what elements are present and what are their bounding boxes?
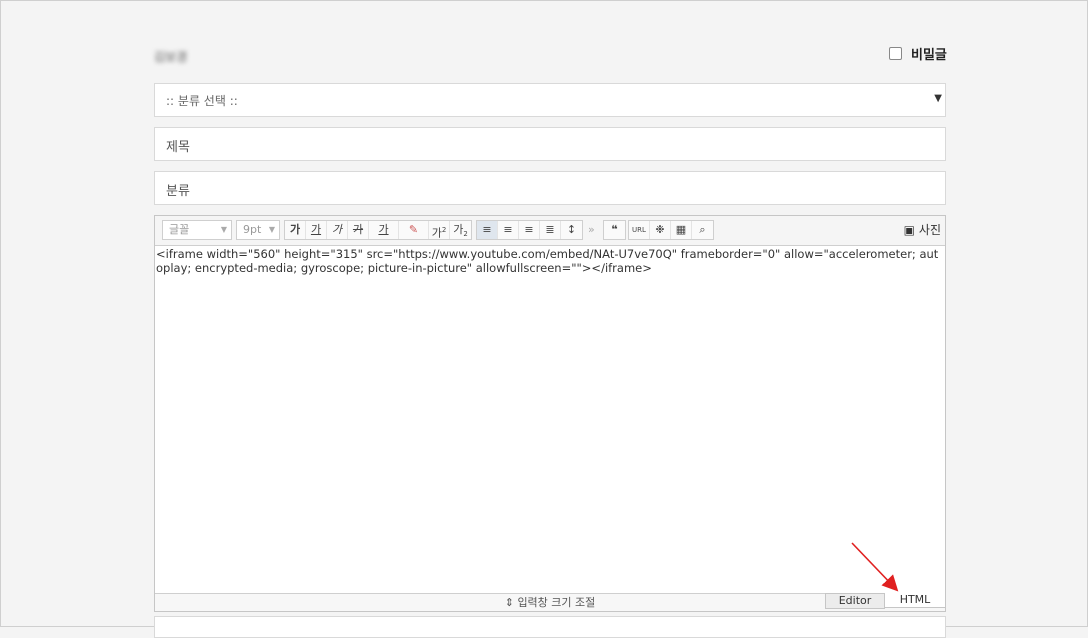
- secret-checkbox[interactable]: [889, 47, 902, 60]
- tag-input[interactable]: 분류: [154, 171, 946, 205]
- tag-placeholder: 분류: [166, 184, 190, 199]
- html-mode-tab[interactable]: HTML: [884, 593, 946, 608]
- html-source-text: <iframe width="560" height="315" src="ht…: [156, 247, 939, 275]
- category-select[interactable]: :: 분류 선택 :: ▼: [154, 83, 946, 117]
- bold-button[interactable]: 가: [285, 221, 306, 239]
- quote-button[interactable]: ❝: [604, 221, 625, 239]
- align-justify-icon[interactable]: ≣: [540, 221, 561, 239]
- html-source-area[interactable]: <iframe width="560" height="315" src="ht…: [156, 247, 942, 275]
- subscript-label: 가: [453, 223, 464, 236]
- editor-mode-tab[interactable]: Editor: [825, 593, 885, 609]
- font-family-select[interactable]: 글꼴 ▼: [162, 220, 232, 240]
- align-button-group: ≡ ≡ ≡ ≣ ↕: [476, 220, 583, 240]
- insert-button-group: URL ❉ ▦ ⌕: [628, 220, 714, 240]
- font-family-value: 글꼴: [169, 223, 190, 236]
- align-left-icon[interactable]: ≡: [477, 221, 498, 239]
- title-placeholder: 제목: [166, 140, 190, 155]
- photo-label: 사진: [918, 223, 941, 237]
- highlighter-icon: ✎: [408, 223, 419, 236]
- strikethrough-button[interactable]: 가: [348, 221, 369, 239]
- align-center-icon[interactable]: ≡: [498, 221, 519, 239]
- subscript-button[interactable]: 가2: [450, 221, 471, 239]
- camera-icon: ▣: [903, 222, 915, 237]
- resize-arrows-icon: ⇕: [504, 596, 514, 609]
- dropdown-arrow-icon: ▼: [934, 93, 942, 104]
- special-char-icon[interactable]: ❉: [650, 221, 671, 239]
- underline-button[interactable]: 가: [306, 221, 327, 239]
- superscript-label: 가: [431, 226, 442, 240]
- quote-button-group: ❝: [603, 220, 626, 240]
- font-size-select[interactable]: 9pt ▼: [236, 220, 280, 240]
- superscript-button[interactable]: 가2: [429, 221, 450, 240]
- rich-text-editor[interactable]: 글꼴 ▼ 9pt ▼ 가 가 가 가 가 ✎ 가2 가2 ≡ ≡ ≡ ≣ ↕ »: [154, 215, 946, 612]
- find-icon[interactable]: ⌕: [692, 221, 713, 239]
- editor-toolbar: 글꼴 ▼ 9pt ▼ 가 가 가 가 가 ✎ 가2 가2 ≡ ≡ ≡ ≣ ↕ »: [155, 216, 945, 246]
- align-right-icon[interactable]: ≡: [519, 221, 540, 239]
- font-dropdown-icon: ▼: [220, 225, 227, 234]
- secret-label: 비밀글: [911, 48, 947, 63]
- size-dropdown-icon: ▼: [268, 225, 275, 234]
- table-icon[interactable]: ▦: [671, 221, 692, 239]
- resize-label: 입력창 크기 조절: [517, 596, 596, 609]
- title-input[interactable]: 제목: [154, 127, 946, 161]
- url-button[interactable]: URL: [629, 221, 650, 239]
- next-form-field[interactable]: [154, 616, 946, 638]
- category-select-value: :: 분류 선택 ::: [166, 94, 238, 108]
- more-separator-icon: »: [588, 223, 595, 236]
- line-height-icon[interactable]: ↕: [561, 221, 582, 239]
- photo-button[interactable]: ▣ 사진: [904, 221, 941, 238]
- highlight-color-button[interactable]: ✎: [399, 221, 429, 239]
- author-name: 김보경: [154, 50, 188, 64]
- font-color-button[interactable]: 가: [369, 221, 399, 239]
- font-size-value: 9pt: [243, 223, 262, 236]
- secret-post-option[interactable]: 비밀글: [889, 44, 947, 63]
- italic-button[interactable]: 가: [327, 221, 348, 239]
- format-button-group: 가 가 가 가 가 ✎ 가2 가2: [284, 220, 472, 240]
